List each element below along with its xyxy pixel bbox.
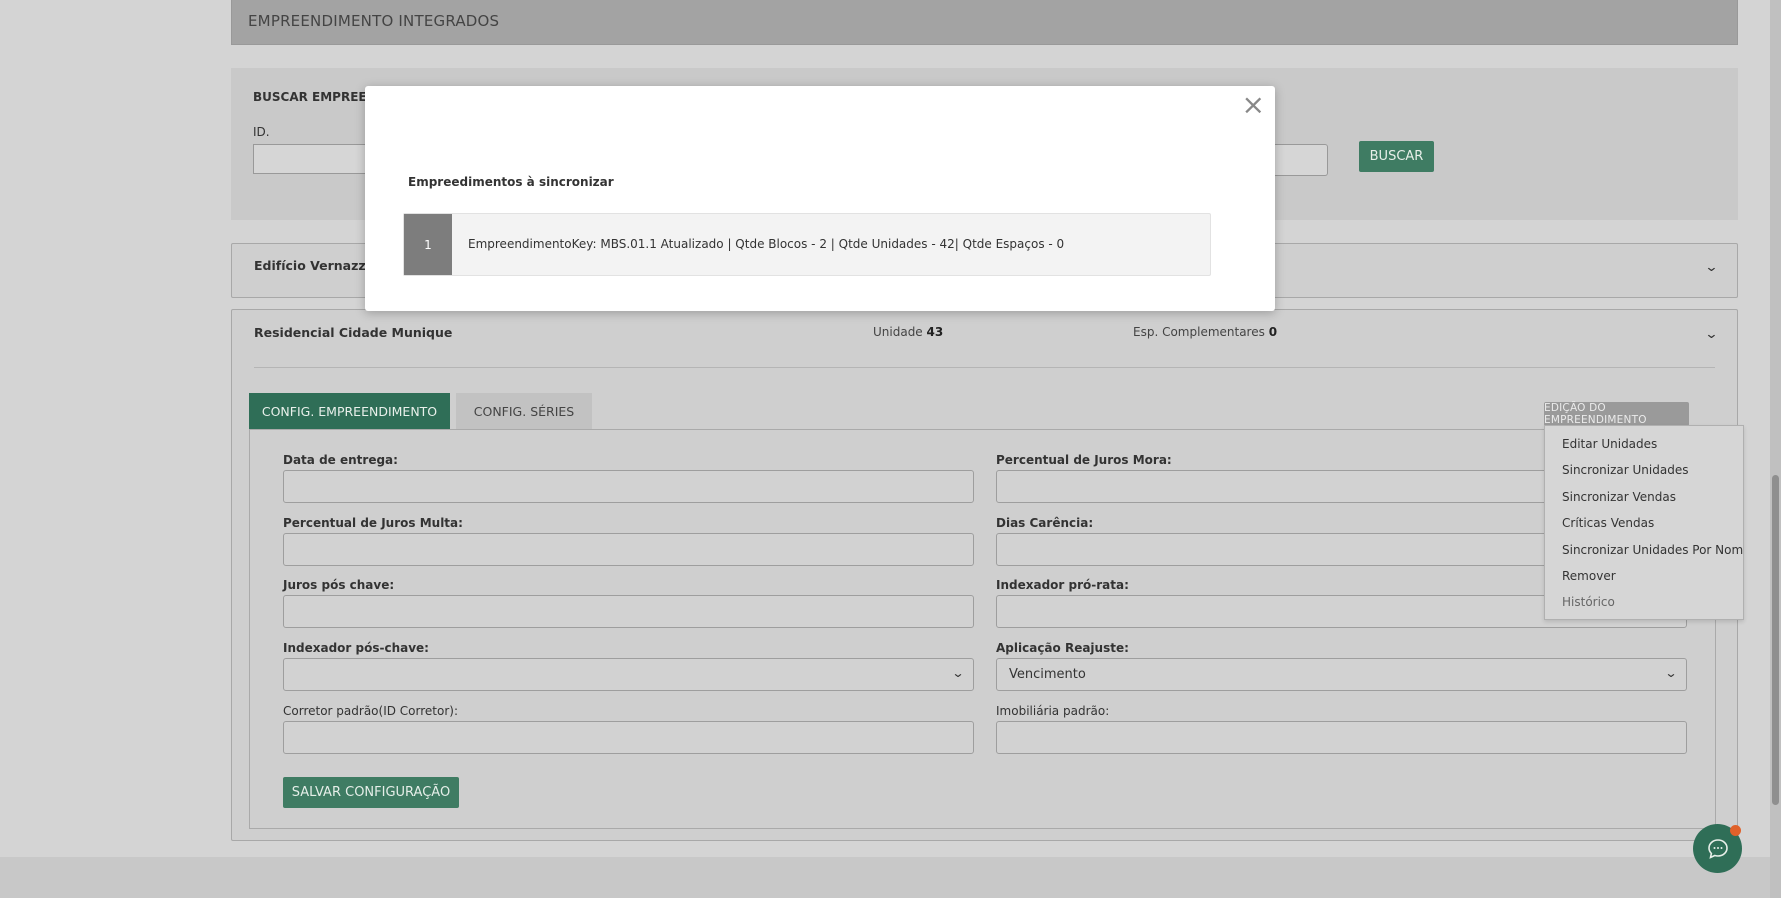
list-item: 1 EmpreendimentoKey: MBS.01.1 Atualizado… (403, 213, 1211, 276)
scrollbar-thumb[interactable] (1772, 475, 1779, 805)
sync-row-index: 1 (404, 214, 452, 275)
close-icon[interactable]: × (1242, 90, 1265, 120)
chat-bubble-icon (1707, 838, 1728, 859)
sync-modal: × Empreedimentos à sincronizar 1 Empreen… (365, 86, 1275, 311)
notification-dot (1730, 825, 1741, 836)
modal-heading: Empreedimentos à sincronizar (408, 175, 614, 189)
sync-row-text: EmpreendimentoKey: MBS.01.1 Atualizado |… (468, 237, 1065, 251)
